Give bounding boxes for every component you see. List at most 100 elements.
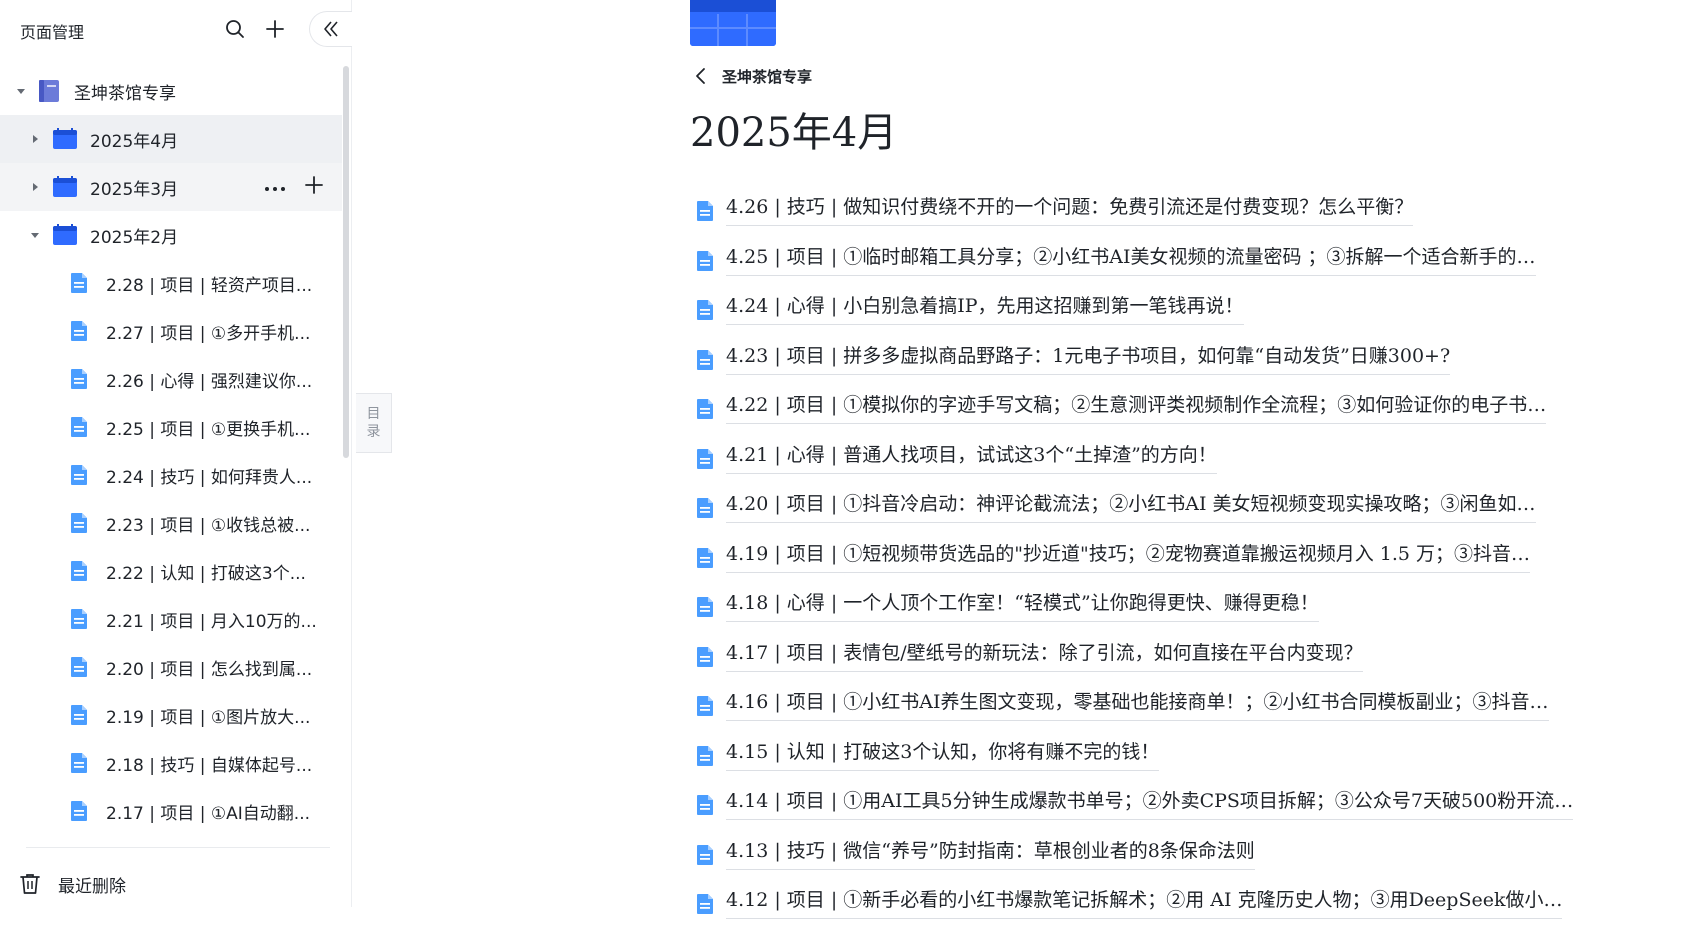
ellipsis-icon — [265, 187, 285, 191]
tree-child-page[interactable]: 2.28 | 项目 | 轻资产项目... — [0, 259, 342, 307]
document-icon — [71, 609, 87, 629]
row-actions — [264, 163, 324, 211]
more-button[interactable] — [264, 177, 286, 197]
document-icon — [71, 513, 87, 533]
doc-list-item[interactable]: 4.21 | 心得 | 普通人找项目，试试这3个“土掉渣”的方向！ — [690, 434, 1610, 484]
tree-child-page[interactable]: 2.20 | 项目 | 怎么找到属... — [0, 643, 342, 691]
doc-link[interactable]: 4.17 | 项目 | 表情包/壁纸号的新玩法：除了引流，如何直接在平台内变现？ — [726, 640, 1363, 672]
doc-link[interactable]: 4.13 | 技巧 | 微信“养号”防封指南：草根创业者的8条保命法则 — [726, 838, 1255, 870]
document-icon — [697, 201, 713, 221]
tree-folder-2025-04[interactable]: 2025年4月 — [0, 115, 342, 163]
tree-child-page[interactable]: 2.19 | 项目 | ①图片放大... — [0, 691, 342, 739]
toc-tab-label-2: 录 — [366, 424, 381, 440]
tree-root-node[interactable]: 圣坤茶馆专享 — [0, 67, 342, 115]
doc-link[interactable]: 4.22 | 项目 | ①模拟你的字迹手写文稿；②生意测评类视频制作全流程；③如… — [726, 392, 1547, 424]
document-icon — [697, 696, 713, 716]
document-icon — [71, 753, 87, 773]
calendar-folder-icon — [53, 176, 77, 197]
doc-list-item[interactable]: 4.15 | 认知 | 打破这3个认知，你将有赚不完的钱！ — [690, 731, 1610, 781]
doc-link[interactable]: 4.19 | 项目 | ①短视频带货选品的"抄近道"技巧；②宠物赛道靠搬运视频月… — [726, 541, 1531, 573]
plus-icon — [305, 175, 323, 194]
tree-folder-2025-02[interactable]: 2025年2月 — [0, 211, 342, 259]
doc-list-item[interactable]: 4.26 | 技巧 | 做知识付费绕不开的一个问题：免费引流还是付费变现？怎么平… — [690, 186, 1610, 236]
caret-down-icon[interactable] — [14, 84, 28, 98]
document-icon — [697, 894, 713, 914]
sidebar-scrollbar[interactable] — [343, 66, 349, 458]
add-page-button[interactable] — [260, 14, 290, 44]
tree-child-label: 2.24 | 技巧 | 如何拜贵人... — [106, 467, 313, 488]
doc-list-item[interactable]: 4.14 | 项目 | ①用AI工具5分钟生成爆款书单号；②外卖CPS项目拆解；… — [690, 780, 1610, 830]
tree-folder-label: 2025年2月 — [90, 227, 179, 248]
add-subpage-button[interactable] — [304, 175, 324, 200]
tree-child-page[interactable]: 2.27 | 项目 | ①多开手机... — [0, 307, 342, 355]
trash-icon — [20, 874, 40, 894]
document-icon — [697, 448, 713, 469]
sidebar: 页面管理 圣坤茶馆专享 2025年4月 2025年3月 2025年2月 2.28… — [0, 0, 352, 907]
doc-list-item[interactable]: 4.19 | 项目 | ①短视频带货选品的"抄近道"技巧；②宠物赛道靠搬运视频月… — [690, 533, 1610, 583]
doc-link[interactable]: 4.14 | 项目 | ①用AI工具5分钟生成爆款书单号；②外卖CPS项目拆解；… — [726, 788, 1574, 820]
doc-list-item[interactable]: 4.12 | 项目 | ①新手必看的小红书爆款笔记拆解术；②用 AI 克隆历史人… — [690, 879, 1610, 929]
tree-child-page[interactable]: 2.24 | 技巧 | 如何拜贵人... — [0, 451, 342, 499]
tree-child-label: 2.25 | 项目 | ①更换手机... — [106, 419, 311, 440]
tree-child-page[interactable]: 2.22 | 认知 | 打破这3个... — [0, 547, 342, 595]
toc-tab-label-1: 目 — [366, 406, 381, 422]
tree-child-page[interactable]: 2.25 | 项目 | ①更换手机... — [0, 403, 342, 451]
document-icon — [71, 705, 87, 725]
doc-link[interactable]: 4.16 | 项目 | ①小红书AI养生图文变现，零基础也能接商单！；②小红书合… — [726, 689, 1549, 721]
document-icon — [697, 597, 713, 617]
tree-child-label: 2.22 | 认知 | 打破这3个... — [106, 563, 306, 584]
doc-list-item[interactable]: 4.13 | 技巧 | 微信“养号”防封指南：草根创业者的8条保命法则 — [690, 830, 1610, 880]
document-icon — [697, 300, 713, 320]
doc-link[interactable]: 4.20 | 项目 | ①抖音冷启动：神评论截流法；②小红书AI 美女短视频变现… — [726, 491, 1536, 523]
doc-link[interactable]: 4.15 | 认知 | 打破这3个认知，你将有赚不完的钱！ — [726, 739, 1160, 771]
caret-right-icon[interactable] — [28, 180, 42, 194]
doc-list-item[interactable]: 4.20 | 项目 | ①抖音冷启动：神评论截流法；②小红书AI 美女短视频变现… — [690, 483, 1610, 533]
document-icon — [697, 349, 713, 370]
doc-link[interactable]: 4.21 | 心得 | 普通人找项目，试试这3个“土掉渣”的方向！ — [726, 442, 1217, 474]
tree-child-label: 2.21 | 项目 | 月入10万的... — [106, 611, 317, 632]
tree-child-page[interactable]: 2.18 | 技巧 | 自媒体起号... — [0, 739, 342, 787]
document-icon — [697, 399, 713, 419]
sidebar-header: 页面管理 — [0, 0, 352, 58]
doc-list-item[interactable]: 4.17 | 项目 | 表情包/壁纸号的新玩法：除了引流，如何直接在平台内变现？ — [690, 632, 1610, 682]
document-icon — [71, 801, 87, 821]
document-icon — [71, 417, 87, 437]
doc-list-item[interactable]: 4.22 | 项目 | ①模拟你的字迹手写文稿；②生意测评类视频制作全流程；③如… — [690, 384, 1610, 434]
doc-list-item[interactable]: 4.24 | 心得 | 小白别急着搞IP，先用这招赚到第一笔钱再说！ — [690, 285, 1610, 335]
document-icon — [71, 465, 87, 485]
doc-list-item[interactable]: 4.16 | 项目 | ①小红书AI养生图文变现，零基础也能接商单！；②小红书合… — [690, 681, 1610, 731]
doc-link[interactable]: 4.23 | 项目 | 拼多多虚拟商品野路子：1元电子书项目，如何靠“自动发货”… — [726, 343, 1451, 375]
document-icon — [71, 321, 87, 341]
doc-link[interactable]: 4.12 | 项目 | ①新手必看的小红书爆款笔记拆解术；②用 AI 克隆历史人… — [726, 887, 1563, 919]
toc-toggle-tab[interactable]: 目 录 — [356, 393, 392, 453]
tree-child-page[interactable]: 2.21 | 项目 | 月入10万的... — [0, 595, 342, 643]
doc-link[interactable]: 4.24 | 心得 | 小白别急着搞IP，先用这招赚到第一笔钱再说！ — [726, 293, 1244, 325]
recently-deleted-button[interactable]: 最近删除 — [20, 866, 126, 902]
back-to-parent[interactable]: 圣坤茶馆专享 — [694, 62, 812, 90]
document-icon — [71, 657, 87, 677]
search-icon — [226, 20, 244, 38]
caret-right-icon[interactable] — [28, 132, 42, 146]
doc-link[interactable]: 4.26 | 技巧 | 做知识付费绕不开的一个问题：免费引流还是付费变现？怎么平… — [726, 194, 1414, 226]
doc-list-item[interactable]: 4.23 | 项目 | 拼多多虚拟商品野路子：1元电子书项目，如何靠“自动发货”… — [690, 335, 1610, 385]
doc-link[interactable]: 4.25 | 项目 | ①临时邮箱工具分享；②小红书AI美女视频的流量密码 ；③… — [726, 244, 1536, 276]
collapse-sidebar-button[interactable] — [309, 11, 352, 47]
tree-child-page[interactable]: 2.26 | 心得 | 强烈建议你... — [0, 355, 342, 403]
tree-root-label: 圣坤茶馆专享 — [74, 83, 176, 104]
folder-children: 2.28 | 项目 | 轻资产项目... 2.27 | 项目 | ①多开手机...… — [0, 259, 342, 835]
calendar-folder-icon — [53, 224, 77, 245]
doc-link[interactable]: 4.18 | 心得 | 一个人顶个工作室！“轻模式”让你跑得更快、赚得更稳！ — [726, 590, 1319, 622]
search-button[interactable] — [220, 14, 250, 44]
tree-child-label: 2.19 | 项目 | ①图片放大... — [106, 707, 311, 728]
sidebar-title: 页面管理 — [20, 23, 85, 42]
tree-child-page[interactable]: 2.17 | 项目 | ①AI自动翻... — [0, 787, 342, 835]
sidebar-divider — [26, 847, 330, 848]
tree-child-page[interactable]: 2.23 | 项目 | ①收钱总被... — [0, 499, 342, 547]
document-icon — [697, 795, 713, 815]
page-title: 2025年4月 — [690, 110, 898, 156]
caret-down-icon[interactable] — [28, 228, 42, 242]
recently-deleted-label: 最近删除 — [58, 876, 126, 897]
doc-list-item[interactable]: 4.25 | 项目 | ①临时邮箱工具分享；②小红书AI美女视频的流量密码 ；③… — [690, 236, 1610, 286]
tree-folder-2025-03[interactable]: 2025年3月 — [0, 163, 342, 211]
doc-list-item[interactable]: 4.18 | 心得 | 一个人顶个工作室！“轻模式”让你跑得更快、赚得更稳！ — [690, 582, 1610, 632]
